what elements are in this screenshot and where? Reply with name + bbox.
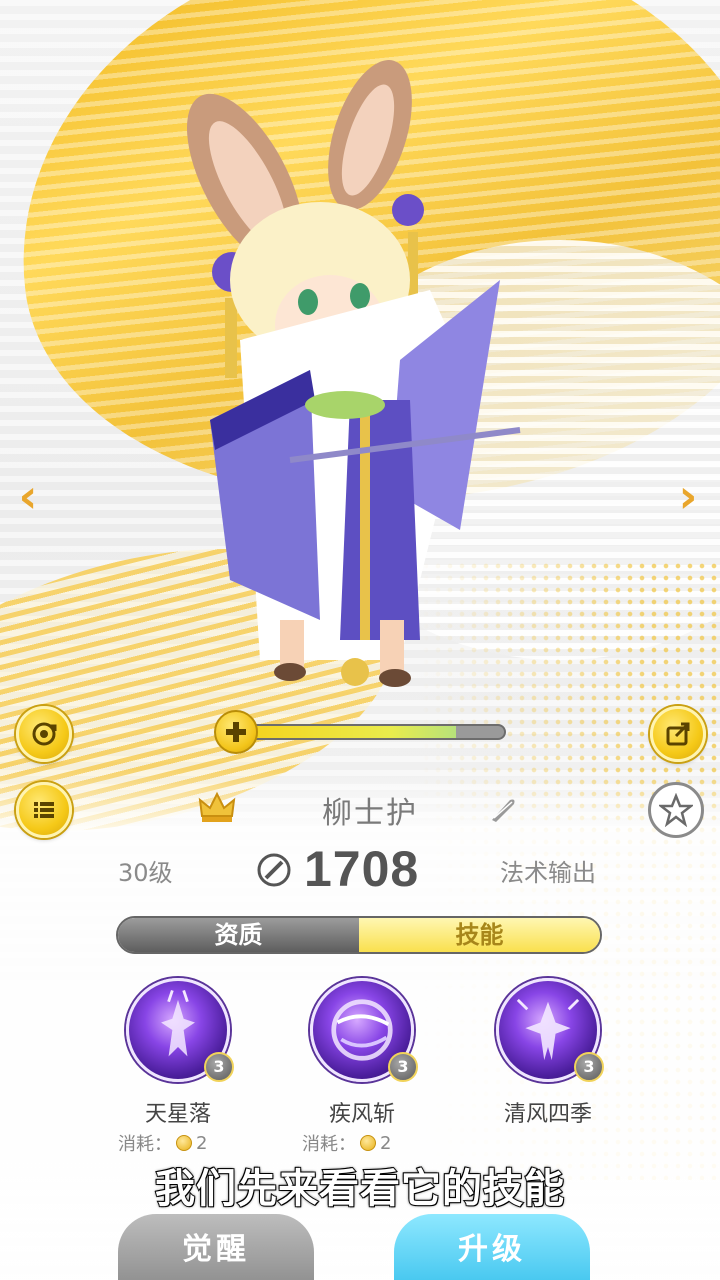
skill-slot[interactable]: 3 天星落 [96,972,256,1132]
plus-icon [226,722,246,742]
skill-level-badge: 3 [204,1052,234,1082]
character-name: 柳士护 [322,796,418,831]
power-icon [257,853,291,887]
awaken-button[interactable]: 觉醒 [118,1214,314,1280]
refresh-icon [32,722,57,746]
add-experience-button[interactable] [214,710,258,754]
coin-icon [176,1135,192,1151]
tab-talent[interactable]: 资质 [118,918,359,952]
skill-slot[interactable]: 3 清风四季 [466,972,626,1132]
coin-icon [360,1135,376,1151]
crown-icon [198,791,236,822]
upgrade-label: 升级 [458,1232,526,1267]
share-button[interactable] [650,706,706,762]
menu-list-button[interactable] [16,782,72,838]
experience-track [238,724,506,740]
awaken-label: 觉醒 [182,1232,250,1267]
tab-skills[interactable]: 技能 [359,918,600,952]
cost-label: 消耗： [118,1134,172,1155]
cost-label: 消耗： [302,1134,356,1155]
favorite-button[interactable] [648,782,704,838]
combat-power: 1708 [304,841,420,897]
experience-bar [214,710,510,754]
skill-cost: 消耗： 2 [302,1130,391,1156]
cost-value: 2 [196,1132,208,1154]
skill-name: 天星落 [144,1102,211,1127]
star-icon [659,793,693,827]
skill-slot[interactable]: 3 疾风斩 [280,972,440,1132]
feather-icon [492,799,515,822]
detail-tabs: 资质 技能 [116,916,602,954]
skill-name: 清风四季 [503,1102,592,1127]
character-name-row: 柳士护 [180,780,540,836]
skill-name: 疾风斩 [328,1102,395,1127]
previous-character-arrow[interactable]: ‹ [8,468,48,524]
cost-value: 2 [380,1132,392,1154]
character-level: 30级 [118,859,173,887]
experience-fill [240,726,457,738]
skill-level-badge: 3 [388,1052,418,1082]
refresh-button[interactable] [16,706,72,762]
share-icon [666,722,690,746]
character-role: 法术输出 [500,859,596,887]
character-model[interactable] [170,60,530,700]
skill-level-badge: 3 [574,1052,604,1082]
next-character-arrow[interactable]: › [668,468,708,524]
list-icon [34,802,54,818]
video-subtitle: 我们先来看看它的技能 [154,1165,565,1213]
skill-cost: 消耗： 2 [118,1130,207,1156]
upgrade-button[interactable]: 升级 [394,1214,590,1280]
